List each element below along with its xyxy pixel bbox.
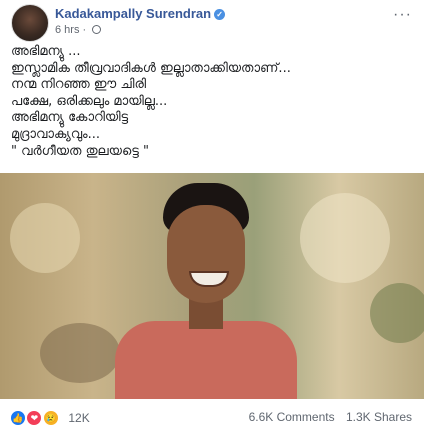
post-text-line: മുദ്രാവാക്യവും... — [11, 126, 101, 142]
photo-background-blur — [300, 193, 390, 283]
reactions-summary[interactable]: 👍 ❤ 😢 12K — [10, 409, 90, 426]
post-text-line: " വർഗീയത തുലയട്ടെ " — [11, 143, 149, 159]
photo-background-blur — [40, 323, 120, 383]
post-photo[interactable] — [0, 173, 424, 399]
reactions-count[interactable]: 12K — [68, 411, 89, 425]
globe-icon[interactable] — [92, 25, 102, 34]
post-text-line: ഇസ്ലാമിക തീവ്രവാദികൾ ഇല്ലാതാക്കിയതാണ്... — [11, 60, 291, 76]
author-name-link[interactable]: Kadakampally Surendran ✓ — [55, 6, 226, 21]
author-avatar[interactable] — [11, 4, 49, 42]
verified-badge-icon: ✓ — [214, 9, 226, 20]
post-text-line: പക്ഷേ, ഒരിക്കലും മായില്ല... — [11, 93, 168, 109]
post-timestamp[interactable]: 6 hrs — [55, 24, 79, 36]
post-meta: 6 hrs · — [55, 24, 102, 36]
comments-count-link[interactable]: 6.6K Comments — [249, 410, 335, 424]
post-text-line: അഭിമന്യു ... — [11, 44, 81, 59]
facebook-post: Kadakampally Surendran ✓ 6 hrs · ··· അഭിമ… — [0, 0, 424, 443]
author-name[interactable]: Kadakampally Surendran — [55, 6, 211, 21]
photo-background-blur — [10, 203, 80, 273]
like-reaction-icon: 👍 — [10, 409, 26, 426]
shares-count-link[interactable]: 1.3K Shares — [346, 410, 412, 424]
post-stats-bar: 👍 ❤ 😢 12K 6.6K Comments 1.3K Shares — [0, 404, 424, 432]
post-text-line: നന്മ നിറഞ്ഞ ഈ ചിരി — [11, 77, 147, 93]
person-face — [167, 205, 245, 303]
meta-separator: · — [82, 24, 87, 36]
person-shirt — [115, 321, 297, 399]
post-header: Kadakampally Surendran ✓ 6 hrs · ··· — [0, 0, 424, 42]
more-options-icon[interactable]: ··· — [393, 6, 412, 24]
engagement-counts: 6.6K Comments 1.3K Shares — [241, 410, 412, 424]
post-text: അഭിമന്യു ... ഇസ്ലാമിക തീവ്രവാദികൾ ഇല്ലാത… — [11, 44, 411, 160]
smiling-person-figure — [115, 183, 297, 399]
person-neck — [189, 299, 223, 329]
post-text-line: അഭിമന്യു കോറിയിട്ട — [11, 110, 129, 126]
photo-background-blur — [370, 283, 424, 343]
sad-reaction-icon: 😢 — [42, 409, 59, 426]
love-reaction-icon: ❤ — [26, 409, 43, 426]
